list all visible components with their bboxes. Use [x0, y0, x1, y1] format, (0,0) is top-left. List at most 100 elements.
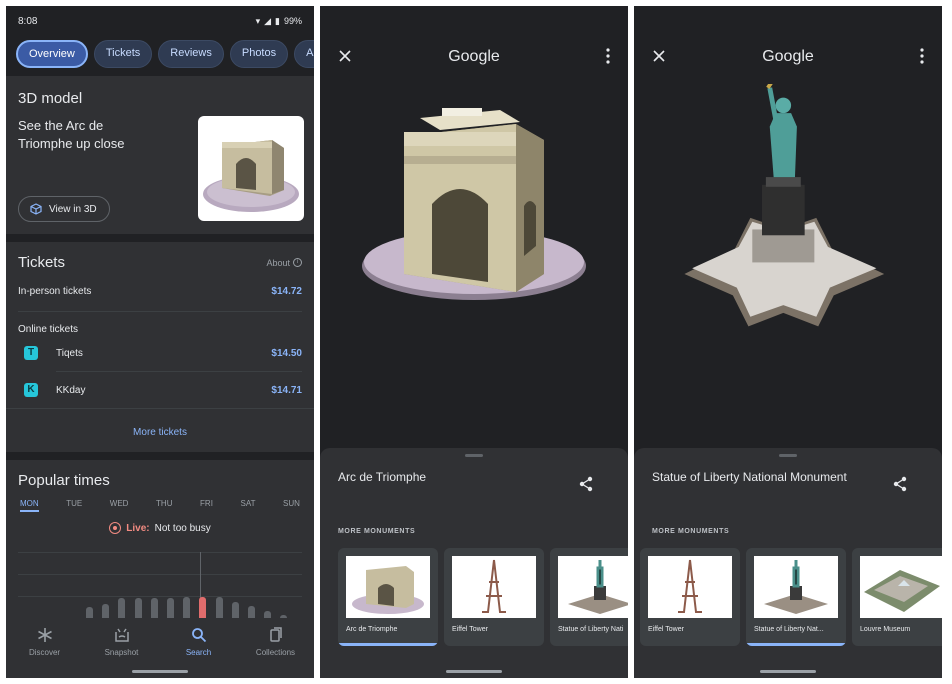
- more-monuments-label: MORE MONUMENTS: [652, 528, 730, 535]
- day-tab-mon[interactable]: MON: [20, 499, 39, 512]
- nav-label: Snapshot: [104, 648, 139, 657]
- nav-label: Collections: [255, 648, 296, 657]
- kkday-logo-icon: K: [24, 383, 38, 397]
- bottom-navigation: Discover Snapshot Search Collections: [6, 618, 314, 678]
- battery-level: 99%: [283, 16, 302, 26]
- statue-of-liberty-image: [754, 556, 838, 618]
- view-in-3d-button[interactable]: View in 3D: [18, 196, 110, 222]
- asterisk-icon: [37, 628, 52, 642]
- statue-of-liberty-image: [558, 556, 628, 618]
- model-card: 3D model See the Arc de Triomphe up clos…: [6, 76, 314, 234]
- monument-card-statue[interactable]: Statue of Liberty Nat...: [746, 548, 846, 646]
- in-person-tickets-row[interactable]: In-person tickets $14.72: [18, 271, 302, 311]
- selected-indicator: [746, 643, 846, 646]
- popular-times-bar[interactable]: [183, 597, 191, 620]
- vendor-row-tiqets[interactable]: T Tiqets $14.50: [18, 335, 302, 371]
- section-tabs: Overview Tickets Reviews Photos Abo: [6, 36, 314, 76]
- sheet-handle[interactable]: [779, 454, 797, 457]
- tab-tickets[interactable]: Tickets: [93, 40, 153, 68]
- status-time: 8:08: [18, 15, 38, 27]
- more-options-icon[interactable]: [920, 48, 924, 64]
- battery-icon: ▮: [275, 15, 280, 26]
- wifi-icon: ▾: [255, 15, 261, 26]
- statue-viewer-screen: Google Statue of Liberty National Monume…: [634, 6, 942, 678]
- vendor-price: $14.50: [271, 347, 302, 359]
- more-tickets-button[interactable]: More tickets: [6, 427, 314, 438]
- monument-name: Statue of Liberty Nati: [558, 626, 624, 633]
- live-label: Live:: [126, 522, 150, 534]
- tickets-about-label: About: [266, 257, 290, 268]
- popular-times-title: Popular times: [18, 472, 110, 489]
- monument-name: Louvre Museum: [860, 626, 911, 633]
- model-viewer[interactable]: Google: [320, 6, 628, 448]
- nav-discover[interactable]: Discover: [15, 626, 75, 678]
- vendor-name: KKday: [56, 384, 86, 396]
- monument-card-arc[interactable]: Arc de Triomphe: [338, 548, 438, 646]
- day-tab-tue[interactable]: TUE: [66, 499, 82, 512]
- online-tickets-label: Online tickets: [18, 324, 79, 335]
- model-card-description: See the Arc de Triomphe up close: [18, 118, 125, 151]
- day-tab-wed[interactable]: WED: [110, 499, 129, 512]
- tickets-about-link[interactable]: About i: [266, 258, 302, 268]
- eiffel-tower-image: [648, 556, 732, 618]
- day-tab-fri[interactable]: FRI: [200, 499, 213, 512]
- monument-card-louvre[interactable]: Louvre Museum: [852, 548, 942, 646]
- vendor-row-kkday[interactable]: K KKday $14.71: [18, 372, 302, 408]
- sheet-handle[interactable]: [465, 454, 483, 457]
- tiqets-logo-icon: T: [24, 346, 38, 360]
- monument-name: Eiffel Tower: [452, 626, 488, 633]
- in-person-price: $14.72: [271, 285, 302, 297]
- day-tab-sat[interactable]: SAT: [241, 499, 256, 512]
- popular-times-bar[interactable]: [167, 598, 174, 620]
- model-card-title: 3D model: [18, 90, 83, 107]
- live-dot-icon: [109, 522, 122, 534]
- monument-title: Arc de Triomphe: [338, 470, 427, 484]
- arc-de-triomphe-3d-model[interactable]: [320, 96, 628, 416]
- live-status-text: Not too busy: [154, 522, 211, 534]
- tab-photos[interactable]: Photos: [229, 40, 289, 68]
- tab-reviews[interactable]: Reviews: [158, 40, 224, 68]
- snapshot-icon: [114, 628, 129, 642]
- statue-of-liberty-3d-model[interactable]: [634, 84, 933, 404]
- monument-card-statue[interactable]: Statue of Liberty Nati: [550, 548, 628, 646]
- arc-de-triomphe-image: [346, 556, 430, 618]
- eiffel-tower-image: [452, 556, 536, 618]
- monument-card-eiffel[interactable]: Eiffel Tower: [444, 548, 544, 646]
- home-indicator[interactable]: [132, 670, 188, 673]
- home-indicator[interactable]: [446, 670, 502, 673]
- popular-times-bar[interactable]: [199, 597, 207, 620]
- share-icon[interactable]: [892, 476, 908, 492]
- place-details-screen: 8:08 ▾ ◢ ▮ 99% Overview Tickets Reviews …: [6, 6, 314, 678]
- collections-icon: [269, 627, 282, 642]
- monument-name: Eiffel Tower: [648, 626, 684, 633]
- model-viewer[interactable]: Google: [634, 6, 942, 448]
- monument-title: Statue of Liberty National Monument: [652, 470, 847, 484]
- monument-card-eiffel[interactable]: Eiffel Tower: [640, 548, 740, 646]
- day-selector: MON TUE WED THU FRI SAT SUN: [18, 499, 302, 512]
- more-options-icon[interactable]: [606, 48, 610, 64]
- info-icon: i: [293, 258, 302, 267]
- popular-times-card: Popular times MON TUE WED THU FRI SAT SU…: [6, 460, 314, 640]
- arc-de-triomphe-thumbnail[interactable]: [198, 116, 304, 221]
- arc-viewer-screen: Google Arc de Triomphe MORE MONUMENTS Ar…: [320, 6, 628, 678]
- nav-collections[interactable]: Collections: [246, 626, 306, 678]
- google-logo: Google: [448, 48, 500, 65]
- cube-3d-icon: [30, 203, 42, 215]
- tickets-title: Tickets: [18, 254, 65, 271]
- popular-times-bar[interactable]: [134, 598, 142, 620]
- day-tab-sun[interactable]: SUN: [283, 499, 300, 512]
- tab-about[interactable]: Abo: [294, 40, 314, 68]
- monument-name: Arc de Triomphe: [346, 626, 398, 633]
- popular-times-bar[interactable]: [118, 598, 126, 620]
- home-indicator[interactable]: [760, 670, 816, 673]
- in-person-label: In-person tickets: [18, 285, 92, 297]
- status-bar: 8:08 ▾ ◢ ▮ 99%: [6, 6, 314, 36]
- day-tab-thu[interactable]: THU: [156, 499, 172, 512]
- popular-times-bar[interactable]: [215, 597, 223, 620]
- monument-name: Statue of Liberty Nat...: [754, 626, 824, 633]
- tab-overview[interactable]: Overview: [16, 40, 88, 68]
- bottom-sheet: Arc de Triomphe MORE MONUMENTS Arc de Tr…: [320, 448, 628, 678]
- share-icon[interactable]: [578, 476, 594, 492]
- popular-times-bar[interactable]: [150, 598, 158, 620]
- vendor-price: $14.71: [271, 384, 302, 396]
